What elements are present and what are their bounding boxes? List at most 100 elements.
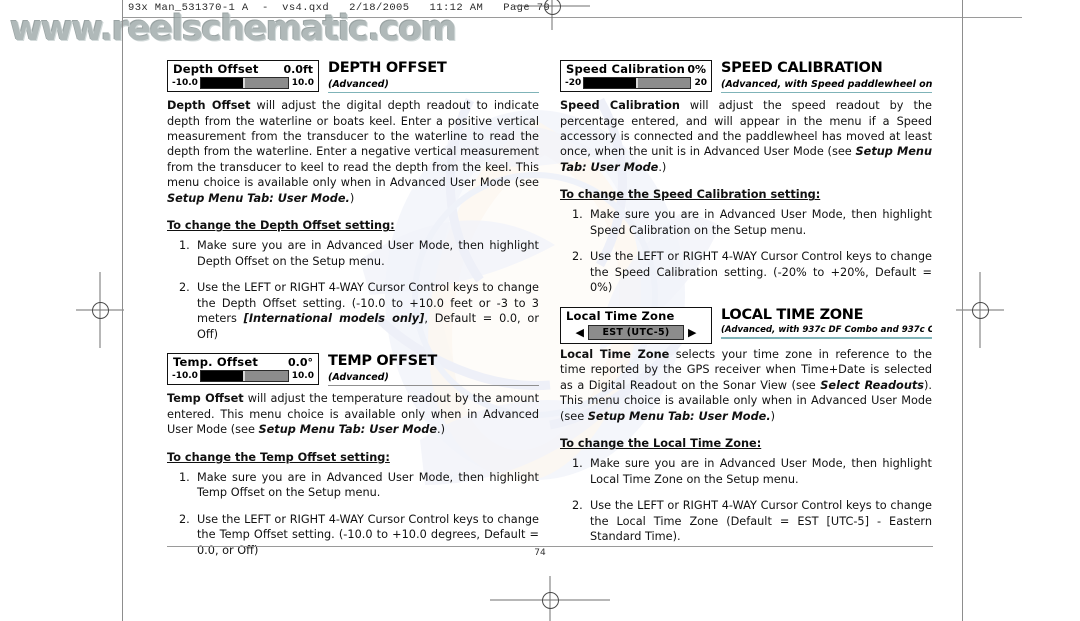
trim-line-right (962, 0, 963, 621)
howto-steps: 1. Make sure you are in Advanced User Mod… (167, 238, 539, 342)
howto-steps: 1. Make sure you are in Advanced User Mod… (167, 470, 539, 558)
step-item: 1. Make sure you are in Advanced User Mod… (572, 457, 932, 486)
section-title: SPEED CALIBRATION (721, 60, 883, 76)
step-number: 1. (179, 470, 190, 484)
page-number: 74 (534, 548, 546, 558)
step-item: 1. Make sure you are in Advanced User Mod… (572, 208, 932, 237)
lcd-value: 0.0ft (283, 63, 313, 76)
lcd-widget-depth-offset[interactable]: Depth Offset 0.0ft -10.0 10.0 (167, 60, 319, 92)
section-subtitle: (Advanced) (328, 371, 389, 383)
lcd-header-row: Speed Calibration 0% (561, 61, 711, 77)
lcd-slider-knob[interactable] (243, 78, 246, 88)
footer-rule (167, 546, 933, 547)
section-rule (328, 91, 539, 94)
section-paragraph: Temp Offset will adjust the temperature … (167, 392, 539, 437)
lcd-slider-knob[interactable] (636, 78, 639, 88)
lcd-max-label: 10.0 (291, 370, 314, 381)
lcd-value: 0% (687, 63, 706, 76)
section-rule (328, 384, 539, 387)
step-item: 1. Make sure you are in Advanced User Mod… (179, 470, 539, 500)
lcd-slider-track[interactable] (199, 77, 289, 89)
lcd-label: Temp. Offset (173, 355, 259, 370)
regmark-hline (956, 309, 1004, 311)
lcd-slider-fill (200, 78, 245, 88)
howto-heading: To change the Speed Calibration setting: (560, 188, 821, 202)
lcd-slider-fill (200, 371, 245, 382)
registration-mark-bottom (490, 576, 610, 621)
lcd-header-row: Local Time Zone (561, 308, 711, 324)
right-column: Speed Calibration 0% -20 20 SPEED CALIBR… (560, 60, 932, 555)
section-local-time-zone: Local Time Zone ◀ EST (UTC-5) ▶ LOCAL TI… (560, 306, 932, 545)
trim-line-left (122, 0, 123, 621)
regmark-vline (979, 272, 981, 348)
step-number: 1. (572, 457, 583, 471)
regmark-vline (99, 272, 101, 348)
lcd-min-label: -20 (565, 77, 582, 88)
section-subtitle: (Advanced, with Speed paddlewheel only) (721, 78, 932, 90)
step-number: 1. (179, 239, 190, 253)
lcd-min-label: -10.0 (172, 77, 198, 88)
regmark-vline (551, 0, 553, 30)
lcd-widget-local-time-zone[interactable]: Local Time Zone ◀ EST (UTC-5) ▶ (560, 306, 712, 344)
section-title: TEMP OFFSET (328, 353, 437, 370)
manual-page: 93x Man_531370-1 A - vs4.qxd 2/18/2005 1… (0, 0, 1080, 621)
section-heading: TEMP OFFSET (Advanced) (328, 353, 539, 387)
section-paragraph: Local Time Zone selects your time zone i… (560, 347, 932, 423)
lcd-slider-row[interactable]: -10.0 10.0 (168, 77, 318, 91)
chevron-left-icon[interactable]: ◀ (572, 327, 588, 338)
lcd-widget-speed-calibration[interactable]: Speed Calibration 0% -20 20 (560, 60, 712, 92)
lcd-label: Local Time Zone (566, 308, 675, 323)
lcd-header-row: Depth Offset 0.0ft (168, 61, 318, 77)
registration-mark-left (76, 272, 124, 348)
step-item: 2. Use the LEFT or RIGHT 4-WAY Cursor Con… (179, 281, 539, 341)
section-title: LOCAL TIME ZONE (721, 306, 864, 323)
lcd-label: Depth Offset (173, 62, 259, 76)
registration-mark-right (956, 272, 1004, 348)
section-rule (721, 337, 932, 339)
section-heading: DEPTH OFFSET (Advanced) (328, 60, 539, 94)
section-title: DEPTH OFFSET (328, 60, 447, 76)
howto-steps: 1. Make sure you are in Advanced User Mod… (560, 207, 932, 295)
site-watermark: www.reelschematic.com (10, 9, 457, 49)
chevron-right-icon[interactable]: ▶ (684, 327, 700, 338)
section-temp-offset: Temp. Offset 0.0° -10.0 10.0 TEMP OFFSET… (167, 353, 539, 558)
section-subtitle: (Advanced) (328, 78, 389, 90)
step-number: 2. (179, 281, 190, 295)
lcd-min-label: -10.0 (172, 370, 198, 381)
lcd-slider-knob[interactable] (243, 371, 246, 382)
step-number: 2. (572, 499, 583, 513)
section-depth-offset: Depth Offset 0.0ft -10.0 10.0 DEPTH OFFS… (167, 60, 539, 342)
lcd-combo-row[interactable]: ◀ EST (UTC-5) ▶ (561, 324, 711, 343)
lcd-max-label: 10.0 (291, 77, 314, 88)
regmark-circle (91, 301, 109, 319)
left-column: Depth Offset 0.0ft -10.0 10.0 DEPTH OFFS… (167, 60, 539, 569)
step-number: 2. (572, 250, 583, 264)
regmark-hline (76, 309, 124, 311)
section-subtitle: (Advanced, with 937c DF Combo and 937c C… (721, 325, 932, 336)
lcd-slider-row[interactable]: -20 20 (561, 77, 711, 91)
lcd-widget-temp-offset[interactable]: Temp. Offset 0.0° -10.0 10.0 (167, 353, 319, 386)
regmark-circle (971, 301, 989, 319)
section-paragraph: Speed Calibration will adjust the speed … (560, 99, 932, 174)
lcd-max-label: 20 (694, 77, 707, 88)
section-paragraph: Depth Offset will adjust the digital dep… (167, 99, 539, 205)
step-number: 2. (179, 512, 190, 526)
step-item: 2. Use the LEFT or RIGHT 4-WAY Cursor Con… (572, 499, 932, 543)
lcd-combo-value: EST (UTC-5) (588, 324, 684, 340)
step-item: 2. Use the LEFT or RIGHT 4-WAY Cursor Con… (572, 250, 932, 295)
section-rule (721, 91, 932, 94)
step-number: 1. (572, 208, 583, 222)
lcd-slider-track[interactable] (583, 77, 692, 89)
lcd-slider-row[interactable]: -10.0 10.0 (168, 370, 318, 384)
lcd-slider-fill (584, 78, 638, 88)
howto-heading: To change the Local Time Zone: (560, 437, 762, 451)
step-item: 1. Make sure you are in Advanced User Mod… (179, 239, 539, 268)
howto-heading: To change the Depth Offset setting: (167, 219, 395, 233)
section-heading: SPEED CALIBRATION (Advanced, with Speed … (721, 60, 932, 94)
lcd-label: Speed Calibration (566, 62, 686, 76)
section-speed-calibration: Speed Calibration 0% -20 20 SPEED CALIBR… (560, 60, 932, 296)
lcd-slider-track[interactable] (199, 370, 289, 383)
howto-steps: 1. Make sure you are in Advanced User Mod… (560, 456, 932, 544)
regmark-vline (549, 576, 551, 621)
lcd-value: 0.0° (288, 356, 313, 370)
